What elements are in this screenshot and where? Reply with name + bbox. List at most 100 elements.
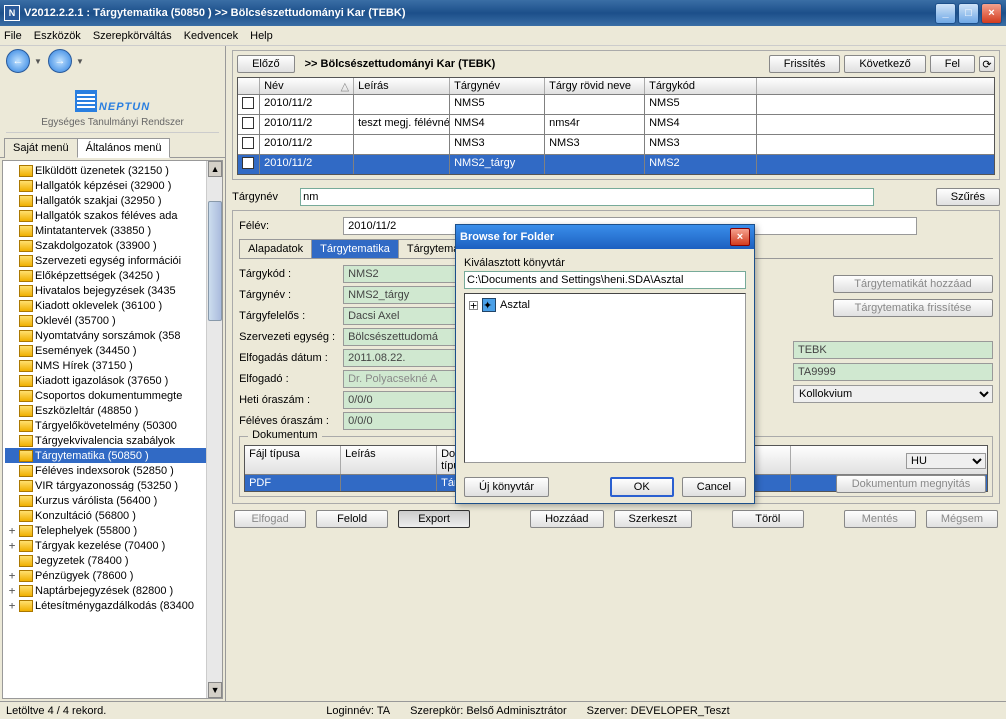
expand-icon[interactable] (7, 164, 17, 177)
expand-icon[interactable] (7, 419, 17, 432)
menu-eszkozok[interactable]: Eszközök (34, 30, 81, 42)
col-targykod[interactable]: Tárgykód (645, 78, 757, 94)
expand-icon[interactable] (7, 179, 17, 192)
maximize-button[interactable]: □ (958, 3, 979, 24)
tree-node[interactable]: Tárgyelőkövetelmény (50300 (5, 418, 220, 433)
extra-select[interactable]: Kollokvium (793, 385, 993, 403)
dialog-newfolder-button[interactable]: Új könyvtár (464, 477, 549, 497)
close-button[interactable]: × (981, 3, 1002, 24)
dialog-close-button[interactable]: × (730, 228, 750, 246)
tree-node[interactable]: Előképzettségek (34250 ) (5, 268, 220, 283)
col-leiras[interactable]: Leírás (354, 78, 450, 94)
tab-sajat-menu[interactable]: Saját menü (4, 138, 78, 158)
menu-file[interactable]: File (4, 30, 22, 42)
tree-node[interactable]: Kiadott oklevelek (36100 ) (5, 298, 220, 313)
col-fajltipusa[interactable]: Fájl típusa (245, 446, 341, 474)
filter-input[interactable] (300, 188, 874, 206)
expand-icon[interactable] (7, 254, 17, 267)
tree-node[interactable]: Konzultáció (56800 ) (5, 508, 220, 523)
elfogad-button[interactable]: Elfogad (234, 510, 306, 528)
tree-node[interactable]: Mintatantervek (33850 ) (5, 223, 220, 238)
nav-forward-button[interactable]: → (48, 49, 72, 73)
tree-node[interactable]: +Létesítménygazdálkodás (83400 (5, 598, 220, 613)
tree-scrollbar[interactable]: ▲ ▼ (206, 161, 222, 698)
tab-alapadatok[interactable]: Alapadatok (239, 239, 312, 258)
tree-node[interactable]: Hallgatók képzései (32900 ) (5, 178, 220, 193)
col-doc-leiras[interactable]: Leírás (341, 446, 437, 474)
menu-szerepkor[interactable]: Szerepkörváltás (93, 30, 172, 42)
torol-button[interactable]: Töröl (732, 510, 804, 528)
row-checkbox[interactable] (242, 117, 254, 129)
minimize-button[interactable]: _ (935, 3, 956, 24)
doc-open-button[interactable]: Dokumentum megnyitás (836, 475, 986, 493)
expand-icon[interactable]: + (7, 524, 17, 537)
expand-icon[interactable] (7, 464, 17, 477)
expand-icon[interactable] (7, 509, 17, 522)
expand-icon[interactable] (7, 554, 17, 567)
nav-forward-dropdown[interactable]: ▼ (76, 57, 86, 66)
expand-icon[interactable] (7, 329, 17, 342)
scroll-down-icon[interactable]: ▼ (208, 682, 222, 698)
tree-node[interactable]: +Telephelyek (55800 ) (5, 523, 220, 538)
expand-icon[interactable]: + (7, 539, 17, 552)
szerkeszt-button[interactable]: Szerkeszt (614, 510, 692, 528)
tab-targytematika[interactable]: Tárgytematika (311, 239, 399, 258)
nav-back-button[interactable]: ← (6, 49, 30, 73)
tree-node[interactable]: Féléves indexsorok (52850 ) (5, 463, 220, 478)
tree-node[interactable]: VIR tárgyazonosság (53250 ) (5, 478, 220, 493)
fel-button[interactable]: Fel (930, 55, 975, 73)
col-rovid[interactable]: Tárgy rövid neve (545, 78, 645, 94)
tree-node[interactable]: NMS Hírek (37150 ) (5, 358, 220, 373)
table-row[interactable]: 2010/11/2 NMS3 NMS3 NMS3 (238, 134, 994, 154)
tree-node[interactable]: Szakdolgozatok (33900 ) (5, 238, 220, 253)
tree-node[interactable]: Hallgatók szakos féléves ada (5, 208, 220, 223)
table-row[interactable]: 2010/11/2 NMS5 NMS5 (238, 94, 994, 114)
prev-button[interactable]: Előző (237, 55, 295, 73)
tematika-add-button[interactable]: Tárgytematikát hozzáad (833, 275, 993, 293)
tab-altalanos-menu[interactable]: Általános menü (77, 138, 171, 158)
scroll-thumb[interactable] (208, 201, 222, 321)
folder-tree[interactable]: + ✦ Asztal (464, 293, 746, 463)
tree-node[interactable]: Tárgytematika (50850 ) (5, 448, 220, 463)
expand-icon[interactable]: + (7, 584, 17, 597)
row-checkbox[interactable] (242, 157, 254, 169)
expand-icon[interactable] (7, 269, 17, 282)
col-targynev[interactable]: Tárgynév (450, 78, 545, 94)
hozzaad-button[interactable]: Hozzáad (530, 510, 603, 528)
col-nev[interactable]: Név △ (260, 78, 354, 94)
expand-icon[interactable] (7, 404, 17, 417)
row-checkbox[interactable] (242, 137, 254, 149)
tree-node[interactable]: Csoportos dokumentummegte (5, 388, 220, 403)
data-grid[interactable]: Név △ Leírás Tárgynév Tárgy rövid neve T… (237, 77, 995, 175)
dialog-cancel-button[interactable]: Cancel (682, 477, 746, 497)
expand-icon[interactable] (7, 374, 17, 387)
tree-node[interactable]: Eszközleltár (48850 ) (5, 403, 220, 418)
table-row[interactable]: 2010/11/2 NMS2_tárgy NMS2 (238, 154, 994, 174)
lang-select[interactable]: HU (906, 453, 986, 469)
expand-icon[interactable] (7, 479, 17, 492)
tree-node[interactable]: Nyomtatvány sorszámok (358 (5, 328, 220, 343)
scroll-up-icon[interactable]: ▲ (208, 161, 222, 177)
expand-icon[interactable] (7, 209, 17, 222)
tree-node[interactable]: Szervezeti egység információi (5, 253, 220, 268)
export-button[interactable]: Export (398, 510, 470, 528)
expand-icon[interactable] (7, 314, 17, 327)
expand-icon[interactable] (7, 494, 17, 507)
refresh-icon[interactable]: ⟳ (979, 56, 995, 72)
table-row[interactable]: 2010/11/2 teszt megj. félévnél. NMS4 nms… (238, 114, 994, 134)
expand-icon[interactable]: + (7, 599, 17, 612)
tree-node[interactable]: Kiadott igazolások (37650 ) (5, 373, 220, 388)
dialog-titlebar[interactable]: Browse for Folder × (456, 225, 754, 249)
menu-help[interactable]: Help (250, 30, 273, 42)
expand-icon[interactable] (7, 449, 17, 462)
tree-node[interactable]: Hallgatók szakjai (32950 ) (5, 193, 220, 208)
expand-icon[interactable] (7, 359, 17, 372)
expand-icon[interactable] (7, 194, 17, 207)
dialog-path-input[interactable] (464, 271, 746, 289)
megsem-button[interactable]: Mégsem (926, 510, 998, 528)
expand-icon[interactable] (7, 434, 17, 447)
expand-icon[interactable] (7, 389, 17, 402)
row-checkbox[interactable] (242, 97, 254, 109)
expand-icon[interactable] (7, 299, 17, 312)
menu-kedvencek[interactable]: Kedvencek (184, 30, 238, 42)
